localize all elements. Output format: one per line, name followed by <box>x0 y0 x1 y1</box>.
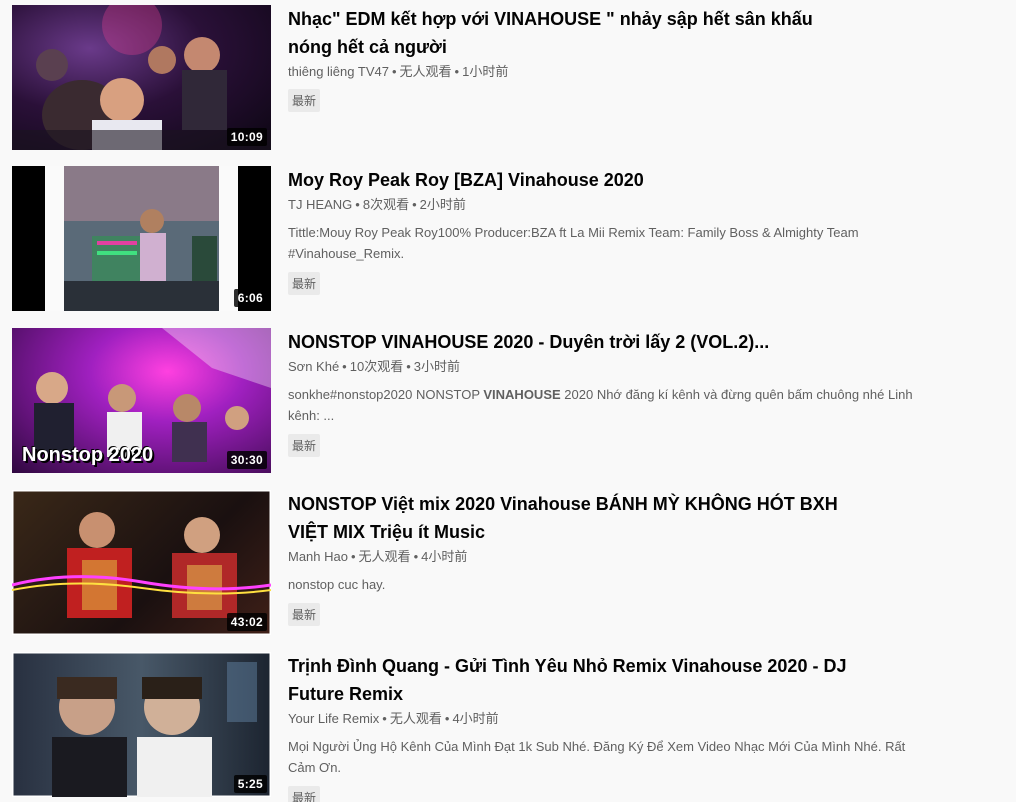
video-meta: NONSTOP VINAHOUSE 2020 - Duyên trời lấy … <box>288 328 928 457</box>
channel-name[interactable]: Manh Hao <box>288 549 348 564</box>
new-badge: 最新 <box>288 786 321 802</box>
channel-name[interactable]: thiêng liêng TV47 <box>288 64 389 79</box>
video-thumbnail[interactable]: Nonstop 2020 30:30 <box>12 328 271 473</box>
video-thumbnail[interactable]: 43:02 <box>12 490 271 635</box>
video-title[interactable]: Nhạc" EDM kết hợp với VINAHOUSE " nhảy s… <box>288 5 848 61</box>
video-meta: Trịnh Đình Quang - Gửi Tình Yêu Nhỏ Remi… <box>288 652 928 802</box>
separator-dot: • <box>382 711 387 726</box>
video-title[interactable]: Trịnh Đình Quang - Gửi Tình Yêu Nhỏ Remi… <box>288 652 848 708</box>
view-count: 无人观看 <box>399 64 452 79</box>
video-description: nonstop cuc hay. <box>288 574 918 595</box>
separator-dot: • <box>406 359 411 374</box>
video-meta: Nhạc" EDM kết hợp với VINAHOUSE " nhảy s… <box>288 5 928 112</box>
upload-age: 3小时前 <box>413 359 460 374</box>
video-meta: Moy Roy Peak Roy [BZA] Vinahouse 2020 TJ… <box>288 166 928 295</box>
video-title[interactable]: NONSTOP VINAHOUSE 2020 - Duyên trời lấy … <box>288 328 928 356</box>
separator-dot: • <box>355 197 360 212</box>
new-badge: 最新 <box>288 89 321 112</box>
upload-age: 1小时前 <box>462 64 509 79</box>
video-description: Mọi Người Ủng Hộ Kênh Của Mình Đạt 1k Su… <box>288 736 918 778</box>
video-title[interactable]: NONSTOP Việt mix 2020 Vinahouse BÁNH MỲ … <box>288 490 848 546</box>
view-count: 无人观看 <box>358 549 411 564</box>
channel-name[interactable]: Your Life Remix <box>288 711 379 726</box>
thumbnail-image <box>12 652 271 797</box>
description-text: nonstop cuc hay. <box>288 577 386 592</box>
separator-dot: • <box>342 359 347 374</box>
video-duration: 10:09 <box>226 128 267 146</box>
video-description: sonkhe#nonstop2020 NONSTOP VINAHOUSE 202… <box>288 384 918 426</box>
description-highlight: VINAHOUSE <box>483 387 561 402</box>
separator-dot: • <box>350 549 356 564</box>
video-byline: thiêng liêng TV47 • 无人观看 • 1小时前 <box>288 63 928 81</box>
upload-age: 2小时前 <box>419 197 466 212</box>
separator-dot: • <box>454 64 460 79</box>
video-thumbnail[interactable]: 6:06 <box>12 166 271 311</box>
view-count: 无人观看 <box>389 711 442 726</box>
view-count: 8次观看 <box>362 197 410 212</box>
upload-age: 4小时前 <box>452 711 499 726</box>
separator-dot: • <box>391 64 397 79</box>
video-results-list: 10:09 Nhạc" EDM kết hợp với VINAHOUSE " … <box>0 0 1016 802</box>
video-description: Tittle:Mouy Roy Peak Roy100% Producer:BZ… <box>288 222 918 264</box>
view-count: 10次观看 <box>349 359 404 374</box>
description-text: sonkhe#nonstop2020 NONSTOP <box>288 387 484 402</box>
separator-dot: • <box>413 549 419 564</box>
video-meta: NONSTOP Việt mix 2020 Vinahouse BÁNH MỲ … <box>288 490 928 626</box>
video-duration: 43:02 <box>226 613 267 631</box>
new-badge: 最新 <box>288 434 321 457</box>
channel-name[interactable]: Sơn Khé <box>288 359 339 374</box>
thumbnail-overlay-text: Nonstop 2020 <box>22 444 154 466</box>
video-byline: Your Life Remix • 无人观看 • 4小时前 <box>288 710 928 728</box>
video-byline: Sơn Khé • 10次观看 • 3小时前 <box>288 358 928 376</box>
video-duration: 5:25 <box>233 775 267 793</box>
video-title[interactable]: Moy Roy Peak Roy [BZA] Vinahouse 2020 <box>288 166 928 194</box>
new-badge: 最新 <box>288 272 321 295</box>
description-text: Mọi Người Ủng Hộ Kênh Của Mình Đạt 1k Su… <box>288 739 906 775</box>
description-text: Tittle:Mouy Roy Peak Roy100% Producer:BZ… <box>288 225 859 261</box>
video-duration: 6:06 <box>233 289 267 307</box>
separator-dot: • <box>444 711 450 726</box>
separator-dot: • <box>412 197 417 212</box>
video-duration: 30:30 <box>226 451 267 469</box>
new-badge: 最新 <box>288 603 321 626</box>
upload-age: 4小时前 <box>421 549 468 564</box>
video-byline: Manh Hao • 无人观看 • 4小时前 <box>288 548 928 566</box>
channel-name[interactable]: TJ HEANG <box>288 197 352 212</box>
video-thumbnail[interactable]: 5:25 <box>12 652 271 797</box>
video-thumbnail[interactable]: 10:09 <box>12 5 271 150</box>
thumbnail-image <box>45 166 238 311</box>
video-byline: TJ HEANG • 8次观看 • 2小时前 <box>288 196 928 214</box>
